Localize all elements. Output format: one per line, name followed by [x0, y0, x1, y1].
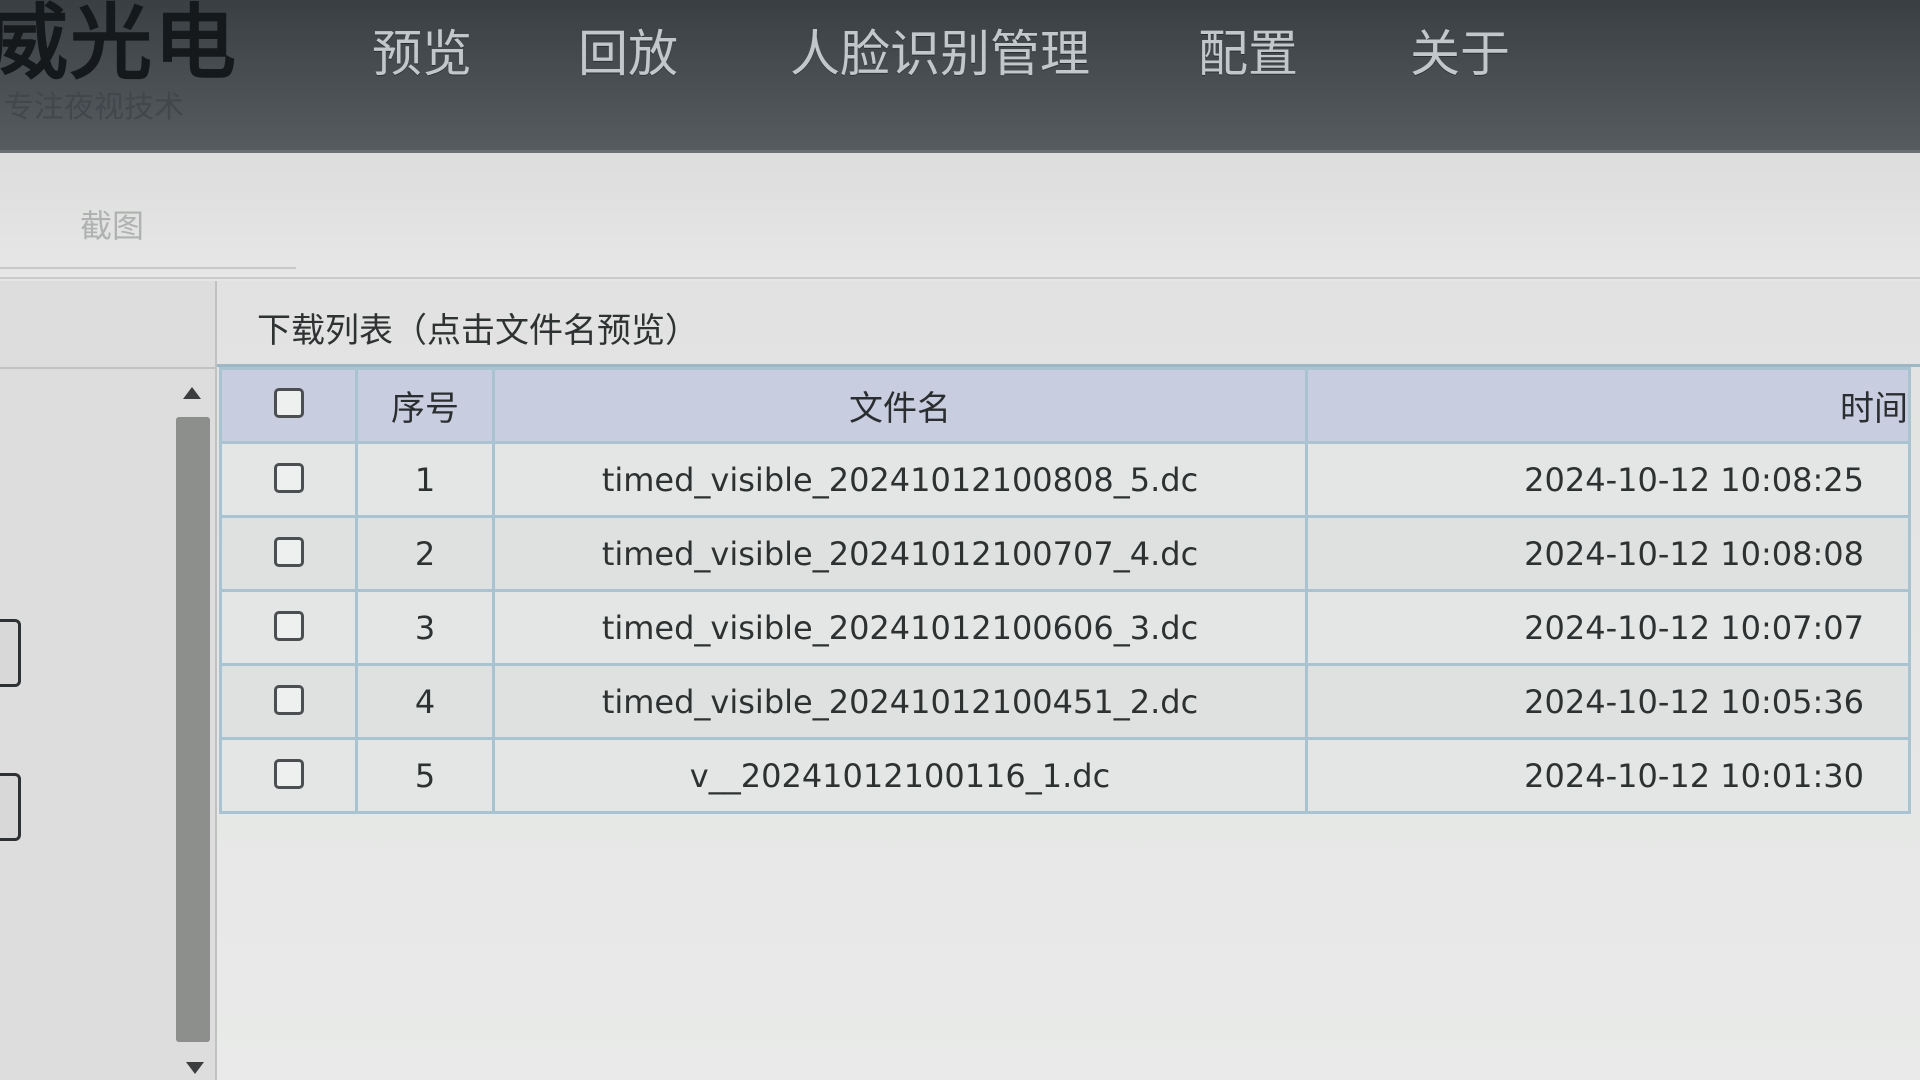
- table-row: 1 timed_visible_20241012100808_5.dc 2024…: [219, 441, 1911, 518]
- row-checkbox[interactable]: [273, 684, 304, 715]
- row-filename-cell: timed_visible_20241012100606_3.dc: [492, 589, 1308, 666]
- row-index: 1: [355, 441, 495, 518]
- select-all-checkbox[interactable]: [273, 388, 304, 418]
- triangle-down-icon[interactable]: [186, 1062, 204, 1074]
- nav-item-about[interactable]: 关于: [1410, 14, 1510, 86]
- table-header-row: 序号 文件名 时间: [219, 367, 1911, 444]
- left-panel-divider: [0, 367, 215, 369]
- page-tab-bar: 截图: [0, 153, 1920, 279]
- row-filename-link[interactable]: v__20241012100116_1.dc: [690, 757, 1110, 795]
- row-filename-cell: v__20241012100116_1.dc: [492, 737, 1308, 814]
- table-row: 4 timed_visible_20241012100451_2.dc 2024…: [219, 663, 1911, 740]
- row-checkbox[interactable]: [273, 536, 304, 567]
- row-filename-cell: timed_visible_20241012100808_5.dc: [492, 441, 1308, 518]
- row-checkbox[interactable]: [273, 610, 304, 641]
- row-time: 2024-10-12 10:05:36: [1524, 682, 1864, 721]
- brand-logo-text: 威光电: [0, 0, 239, 91]
- row-checkbox[interactable]: [273, 462, 304, 493]
- scrollbar-thumb[interactable]: [176, 417, 210, 1042]
- top-navigation-bar: 威光电 专注夜视技术 预览 回放 人脸识别管理 配置 关于: [0, 0, 1920, 153]
- row-filename-cell: timed_visible_20241012100451_2.dc: [492, 663, 1308, 740]
- tab-screenshot[interactable]: 截图: [80, 201, 144, 247]
- triangle-up-icon[interactable]: [183, 387, 201, 399]
- row-time-cell: 2024-10-12 10:08:08: [1305, 515, 1911, 592]
- table-row: 2 timed_visible_20241012100707_4.dc 2024…: [219, 515, 1911, 592]
- row-index: 5: [355, 737, 495, 814]
- row-select-cell: [219, 441, 358, 518]
- row-index: 3: [355, 589, 495, 666]
- select-all-cell: [219, 367, 358, 444]
- brand-logo-subtitle: 专注夜视技术: [4, 90, 184, 125]
- row-select-cell: [219, 737, 358, 814]
- nav-item-playback[interactable]: 回放: [578, 14, 678, 86]
- row-select-cell: [219, 589, 358, 666]
- column-header-filename: 文件名: [492, 367, 1308, 444]
- row-time-cell: 2024-10-12 10:01:30: [1305, 737, 1911, 814]
- download-list-title: 下载列表（点击文件名预览）: [257, 311, 699, 351]
- row-time: 2024-10-12 10:07:07: [1524, 608, 1864, 647]
- table-row: 3 timed_visible_20241012100606_3.dc 2024…: [219, 589, 1911, 666]
- row-time-cell: 2024-10-12 10:07:07: [1305, 589, 1911, 666]
- side-collapse-handle[interactable]: [0, 773, 21, 841]
- nav-item-config[interactable]: 配置: [1198, 14, 1298, 86]
- row-time: 2024-10-12 10:08:08: [1524, 534, 1864, 573]
- row-filename-link[interactable]: timed_visible_20241012100808_5.dc: [602, 461, 1198, 499]
- download-file-table: 序号 文件名 时间 1 timed_visible_20241012100808…: [219, 367, 1911, 814]
- row-checkbox[interactable]: [273, 758, 304, 789]
- column-header-index: 序号: [355, 367, 495, 444]
- column-header-time: 时间: [1305, 367, 1911, 444]
- row-index: 2: [355, 515, 495, 592]
- nav-item-face-recognition[interactable]: 人脸识别管理: [790, 14, 1090, 86]
- row-filename-link[interactable]: timed_visible_20241012100606_3.dc: [602, 609, 1198, 647]
- table-row: 5 v__20241012100116_1.dc 2024-10-12 10:0…: [219, 737, 1911, 814]
- row-time-cell: 2024-10-12 10:05:36: [1305, 663, 1911, 740]
- download-list-panel: 下载列表（点击文件名预览） 序号 文件名 时间 1 timed_visible_…: [217, 281, 1920, 1080]
- row-select-cell: [219, 515, 358, 592]
- tab-bar-divider: [0, 277, 1920, 279]
- nav-item-preview[interactable]: 预览: [372, 14, 472, 86]
- row-time: 2024-10-12 10:08:25: [1524, 460, 1864, 499]
- left-side-panel: [0, 281, 217, 1080]
- row-filename-cell: timed_visible_20241012100707_4.dc: [492, 515, 1308, 592]
- row-select-cell: [219, 663, 358, 740]
- row-index: 4: [355, 663, 495, 740]
- row-time-cell: 2024-10-12 10:08:25: [1305, 441, 1911, 518]
- row-filename-link[interactable]: timed_visible_20241012100707_4.dc: [602, 535, 1198, 573]
- row-filename-link[interactable]: timed_visible_20241012100451_2.dc: [602, 683, 1198, 721]
- row-time: 2024-10-12 10:01:30: [1524, 756, 1864, 795]
- side-collapse-handle[interactable]: [0, 619, 21, 687]
- tab-underline: [0, 267, 296, 269]
